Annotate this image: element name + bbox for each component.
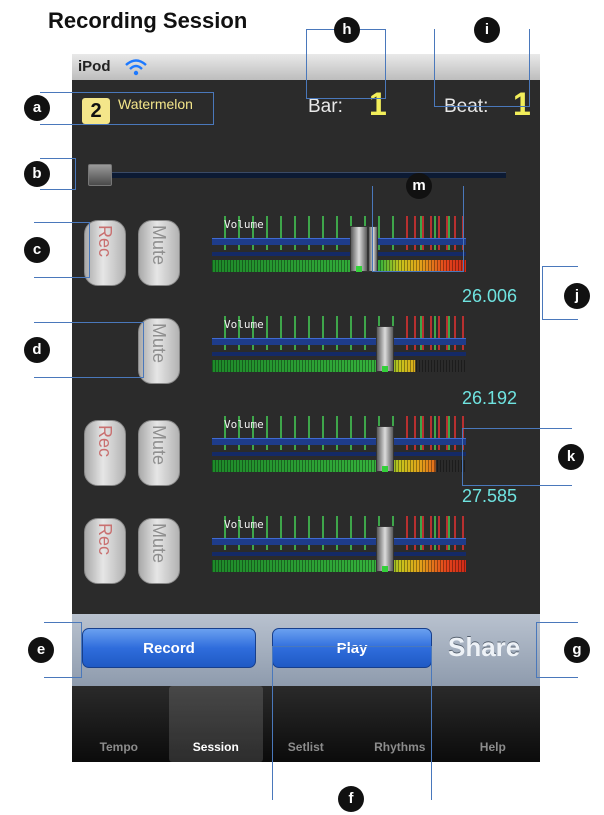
wifi-icon	[125, 59, 147, 76]
bar-label: Bar:	[308, 96, 343, 117]
track-3-volume[interactable]: Volume	[212, 416, 466, 480]
track-2-value: 26.192	[462, 388, 518, 408]
callout-c: c	[24, 237, 50, 263]
callout-h: h	[334, 17, 360, 43]
callout-bracket-d	[34, 322, 144, 378]
callout-i: i	[474, 17, 500, 43]
callout-bracket-a	[40, 92, 214, 125]
callout-m: m	[406, 173, 432, 199]
mute-button-track-1[interactable]: Mute	[138, 220, 180, 286]
volume-label: Volume	[224, 218, 264, 231]
track-2-volume[interactable]: Volume	[212, 316, 466, 380]
tab-session[interactable]: Session	[169, 686, 263, 762]
callout-b: b	[24, 161, 50, 187]
song-progress-thumb[interactable]	[88, 164, 112, 186]
callout-a: a	[24, 95, 50, 121]
level-indicator	[382, 466, 388, 472]
level-indicator	[382, 566, 388, 572]
volume-label: Volume	[224, 418, 264, 431]
mute-button-track-2[interactable]: Mute	[138, 318, 180, 384]
tab-help[interactable]: Help	[446, 686, 540, 762]
rec-button-track-1[interactable]: Rec	[84, 220, 126, 286]
callout-g: g	[564, 637, 590, 663]
callout-d: d	[24, 337, 50, 363]
callout-e: e	[28, 637, 54, 663]
rec-button-track-3[interactable]: Rec	[84, 420, 126, 486]
track-4-volume[interactable]: Volume	[212, 516, 466, 580]
record-button[interactable]: Record	[82, 628, 256, 668]
volume-label: Volume	[224, 318, 264, 331]
level-indicator	[356, 266, 362, 272]
mute-button-track-4[interactable]: Mute	[138, 518, 180, 584]
callout-j: j	[564, 283, 590, 309]
page-title: Recording Session	[48, 8, 248, 33]
callout-k: k	[558, 444, 584, 470]
volume-label: Volume	[224, 518, 264, 531]
mute-button-track-3[interactable]: Mute	[138, 420, 180, 486]
callout-bracket-k	[462, 428, 572, 486]
track-3-value: 27.585	[462, 486, 518, 506]
share-button[interactable]: Share	[448, 632, 520, 663]
level-indicator	[382, 366, 388, 372]
tab-tempo[interactable]: Tempo	[72, 686, 166, 762]
track-1-value: 26.006	[462, 286, 518, 306]
callout-bracket-f	[272, 646, 432, 800]
song-progress-track[interactable]	[102, 172, 506, 178]
rec-button-track-4[interactable]: Rec	[84, 518, 126, 584]
device-name: iPod	[78, 58, 111, 75]
callout-f: f	[338, 786, 364, 812]
